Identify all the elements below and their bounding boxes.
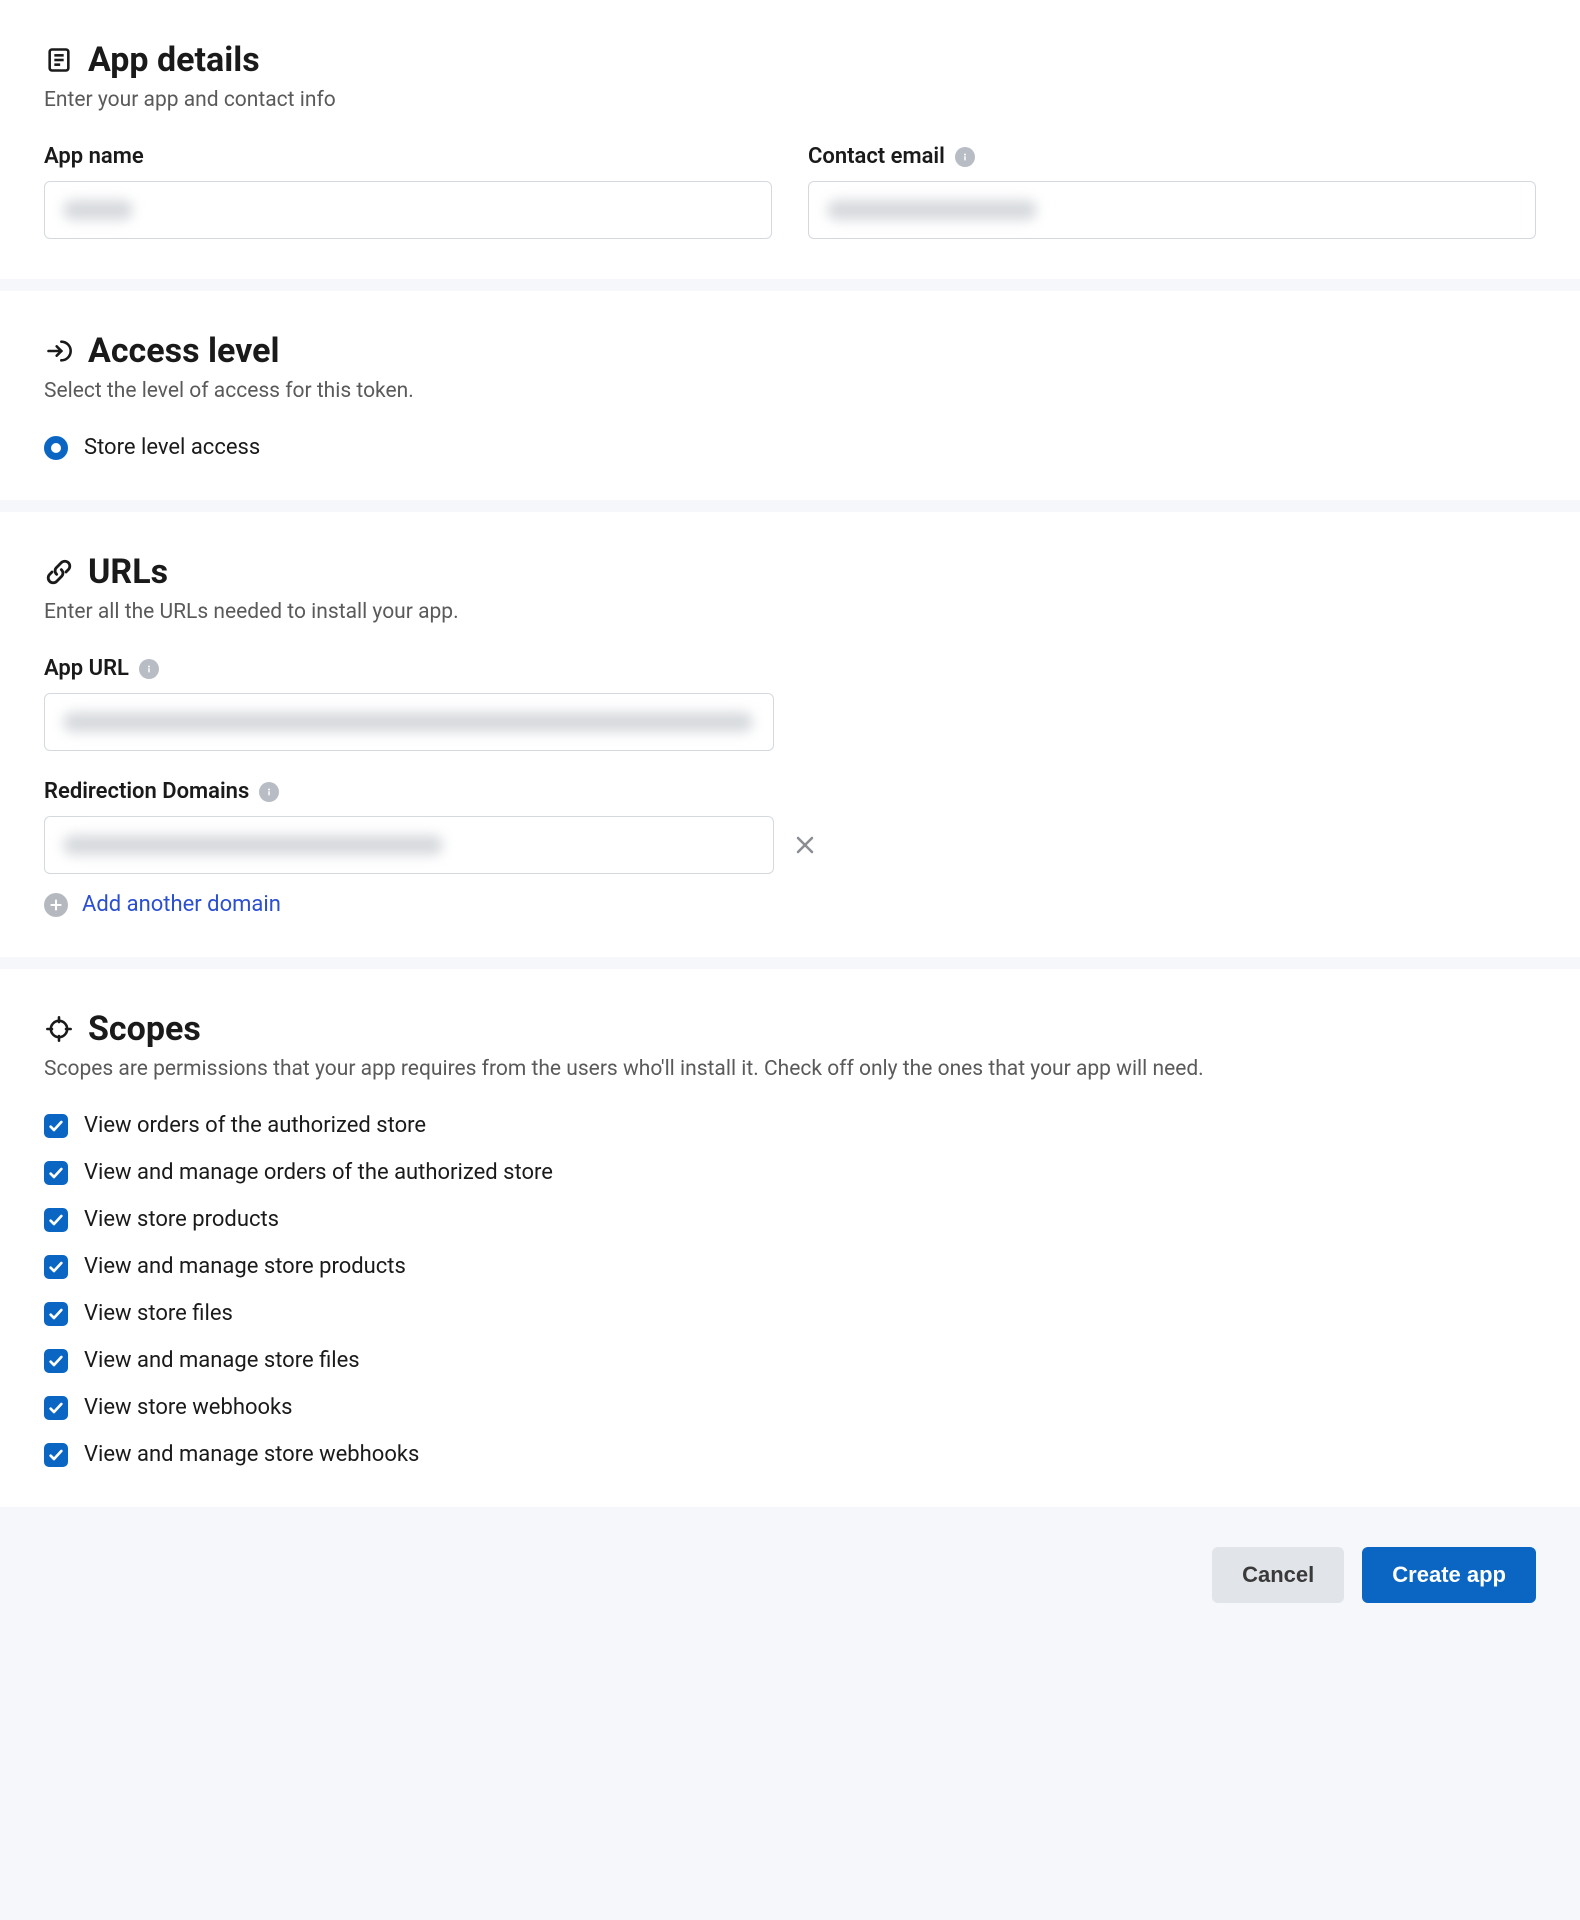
create-app-button[interactable]: Create app — [1362, 1547, 1536, 1603]
info-icon[interactable] — [259, 782, 279, 802]
radio-store-level-access[interactable]: Store level access — [44, 435, 1536, 460]
app-name-label-text: App name — [44, 144, 144, 169]
scope-label: View orders of the authorized store — [84, 1113, 426, 1138]
info-icon[interactable] — [139, 659, 159, 679]
scope-label: View store webhooks — [84, 1395, 293, 1420]
app-url-label-text: App URL — [44, 656, 129, 681]
form-group-redirection-domains: Redirection Domains — [44, 779, 1536, 917]
scope-checkbox[interactable] — [44, 1208, 68, 1232]
scope-checkbox[interactable] — [44, 1443, 68, 1467]
scopes-list: View orders of the authorized store View… — [44, 1113, 1536, 1467]
scopes-subtitle: Scopes are permissions that your app req… — [44, 1057, 1536, 1081]
blurred-value — [63, 712, 753, 732]
footer: Cancel Create app — [0, 1519, 1580, 1763]
scope-item: View store webhooks — [44, 1395, 1536, 1420]
section-urls: URLs Enter all the URLs needed to instal… — [0, 512, 1580, 957]
radio-label: Store level access — [84, 435, 260, 460]
target-icon — [44, 1014, 74, 1044]
info-icon[interactable] — [955, 147, 975, 167]
plus-circle-icon — [44, 893, 68, 917]
scope-checkbox[interactable] — [44, 1302, 68, 1326]
contact-email-label-text: Contact email — [808, 144, 945, 169]
scope-item: View and manage store files — [44, 1348, 1536, 1373]
add-another-domain-link[interactable]: Add another domain — [44, 892, 1536, 917]
scope-checkbox[interactable] — [44, 1349, 68, 1373]
section-app-details: App details Enter your app and contact i… — [0, 0, 1580, 279]
scopes-title: Scopes — [88, 1009, 201, 1049]
section-header: Scopes — [44, 1009, 1536, 1049]
form-group-app-url: App URL — [44, 656, 1536, 751]
app-details-subtitle: Enter your app and contact info — [44, 88, 1536, 112]
scope-checkbox[interactable] — [44, 1396, 68, 1420]
scope-item: View and manage store webhooks — [44, 1442, 1536, 1467]
section-header: Access level — [44, 331, 1536, 371]
scope-item: View store products — [44, 1207, 1536, 1232]
scope-checkbox[interactable] — [44, 1161, 68, 1185]
app-details-title: App details — [88, 40, 260, 80]
link-icon — [44, 557, 74, 587]
app-url-input[interactable] — [44, 693, 774, 751]
app-name-label: App name — [44, 144, 772, 169]
redirection-domains-label: Redirection Domains — [44, 779, 1536, 804]
scope-checkbox[interactable] — [44, 1114, 68, 1138]
enter-arrow-icon — [44, 336, 74, 366]
urls-title: URLs — [88, 552, 168, 592]
app-name-input[interactable] — [44, 181, 772, 239]
contact-email-input[interactable] — [808, 181, 1536, 239]
section-access-level: Access level Select the level of access … — [0, 291, 1580, 500]
add-another-domain-text: Add another domain — [82, 892, 281, 917]
scope-item: View store files — [44, 1301, 1536, 1326]
scope-item: View and manage store products — [44, 1254, 1536, 1279]
app-url-label: App URL — [44, 656, 1536, 681]
blurred-value — [827, 200, 1037, 220]
section-header: URLs — [44, 552, 1536, 592]
form-group-app-name: App name — [44, 144, 772, 239]
section-scopes: Scopes Scopes are permissions that your … — [0, 969, 1580, 1507]
redirection-domain-row — [44, 816, 1536, 874]
blurred-value — [63, 200, 133, 220]
scope-label: View store products — [84, 1207, 279, 1232]
scope-label: View and manage store products — [84, 1254, 406, 1279]
redirection-domain-input[interactable] — [44, 816, 774, 874]
access-level-title: Access level — [88, 331, 280, 371]
redirection-domains-label-text: Redirection Domains — [44, 779, 249, 804]
section-header: App details — [44, 40, 1536, 80]
scope-item: View orders of the authorized store — [44, 1113, 1536, 1138]
blurred-value — [63, 835, 443, 855]
scope-item: View and manage orders of the authorized… — [44, 1160, 1536, 1185]
access-level-subtitle: Select the level of access for this toke… — [44, 379, 1536, 403]
urls-subtitle: Enter all the URLs needed to install you… — [44, 600, 1536, 624]
remove-domain-button[interactable] — [792, 832, 818, 858]
form-group-contact-email: Contact email — [808, 144, 1536, 239]
scope-label: View and manage store files — [84, 1348, 360, 1373]
scope-label: View store files — [84, 1301, 233, 1326]
scope-label: View and manage store webhooks — [84, 1442, 419, 1467]
document-icon — [44, 45, 74, 75]
app-details-form-row: App name Contact email — [44, 144, 1536, 239]
scope-label: View and manage orders of the authorized… — [84, 1160, 553, 1185]
contact-email-label: Contact email — [808, 144, 1536, 169]
scope-checkbox[interactable] — [44, 1255, 68, 1279]
cancel-button[interactable]: Cancel — [1212, 1547, 1344, 1603]
radio-circle-icon — [44, 436, 68, 460]
